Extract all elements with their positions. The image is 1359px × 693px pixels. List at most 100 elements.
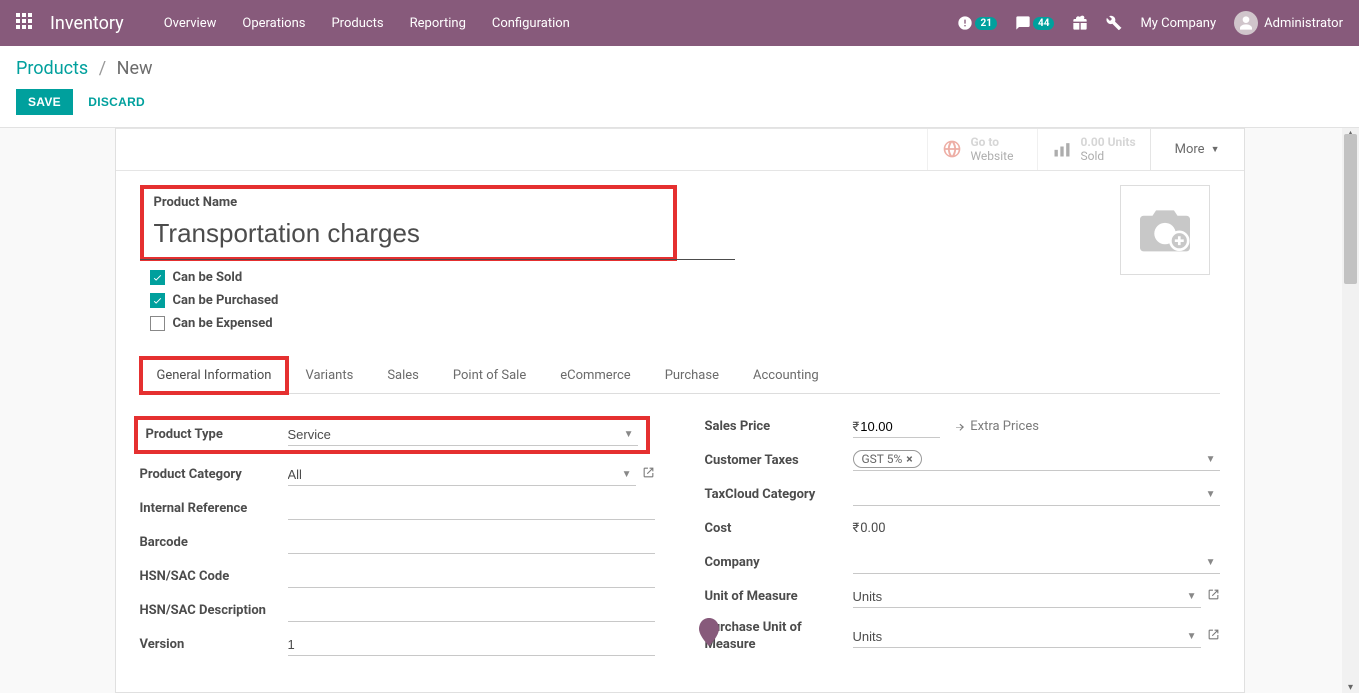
can-be-purchased-checkbox[interactable] <box>150 293 165 308</box>
category-select[interactable] <box>288 464 636 486</box>
tax-chip-remove[interactable]: × <box>906 452 912 466</box>
sheet-bg: Go to Website 0.00 Units Sold More ▼ Pro… <box>0 128 1359 693</box>
messages-icon[interactable]: 44 <box>1015 15 1054 31</box>
version-input[interactable] <box>288 634 655 656</box>
gift-icon[interactable] <box>1072 15 1088 31</box>
tab-accounting[interactable]: Accounting <box>736 357 836 394</box>
scrollbar[interactable]: ▴ ▾ <box>1342 128 1359 693</box>
discard-button[interactable]: DISCARD <box>76 89 157 115</box>
company-switcher[interactable]: My Company <box>1140 16 1216 31</box>
save-button[interactable]: SAVE <box>16 89 73 115</box>
product-type-label: Product Type <box>146 427 288 442</box>
internal-ref-input[interactable] <box>288 498 655 520</box>
tab-content: Product Type ▼ Product Category ▼ <box>140 394 1220 668</box>
activity-badge: 21 <box>975 17 996 30</box>
hsn-code-label: HSN/SAC Code <box>140 569 288 584</box>
avatar-icon <box>1234 11 1258 35</box>
can-be-purchased-label[interactable]: Can be Purchased <box>173 293 279 308</box>
tab-point-of-sale[interactable]: Point of Sale <box>436 357 543 394</box>
col-left: Product Type ▼ Product Category ▼ <box>140 416 655 668</box>
stat-units-value: 0.00 Units <box>1080 135 1135 149</box>
can-be-expensed-label[interactable]: Can be Expensed <box>173 316 273 331</box>
activity-icon[interactable]: 21 <box>957 15 996 31</box>
breadcrumb: Products / New <box>16 58 1343 79</box>
tax-chip[interactable]: GST 5% × <box>853 450 922 468</box>
product-name-group: Product Name <box>140 185 677 261</box>
can-be-expensed-checkbox[interactable] <box>150 316 165 331</box>
col-right: Sales Price ₹ Extra Prices <box>705 416 1220 668</box>
tab-general-information[interactable]: General Information <box>140 357 289 394</box>
tab-sales[interactable]: Sales <box>370 357 436 394</box>
tax-chip-label: GST 5% <box>862 452 903 466</box>
stat-website-line2: Website <box>970 149 1013 163</box>
scroll-down-icon[interactable]: ▾ <box>1342 682 1359 693</box>
extra-prices-link[interactable]: Extra Prices <box>954 419 1039 434</box>
version-label: Version <box>140 637 288 652</box>
caret-down-icon: ▼ <box>1206 454 1216 465</box>
taxcloud-select[interactable] <box>853 484 1220 506</box>
external-link-icon[interactable] <box>1207 628 1220 645</box>
external-link-icon[interactable] <box>642 466 655 483</box>
tab-ecommerce[interactable]: eCommerce <box>543 357 647 394</box>
navbar: Inventory Overview Operations Products R… <box>0 0 1359 46</box>
sales-price-label: Sales Price <box>705 419 853 434</box>
app-brand[interactable]: Inventory <box>50 13 124 34</box>
button-box: Go to Website 0.00 Units Sold More ▼ <box>116 128 1244 171</box>
company-label: Company <box>705 555 853 570</box>
user-name: Administrator <box>1264 16 1343 31</box>
nav-configuration[interactable]: Configuration <box>492 16 570 31</box>
tab-purchase[interactable]: Purchase <box>648 357 736 394</box>
nav-right: 21 44 My Company Administrator <box>957 11 1343 35</box>
cost-value: 0.00 <box>860 521 885 536</box>
barcode-input[interactable] <box>288 532 655 554</box>
breadcrumb-current: New <box>117 58 153 79</box>
cursor-marker-icon <box>697 618 721 646</box>
taxcloud-label: TaxCloud Category <box>705 487 853 502</box>
product-name-label: Product Name <box>154 195 663 210</box>
nav-overview[interactable]: Overview <box>164 16 217 31</box>
can-be-sold-label[interactable]: Can be Sold <box>173 270 243 285</box>
product-type-row: Product Type ▼ <box>134 416 650 454</box>
puom-select[interactable] <box>853 626 1201 648</box>
tools-icon[interactable] <box>1106 15 1122 31</box>
tabs: General Information Variants Sales Point… <box>140 357 1220 394</box>
stat-more[interactable]: More ▼ <box>1150 129 1244 170</box>
stat-units-sold[interactable]: 0.00 Units Sold <box>1037 129 1149 170</box>
caret-down-icon: ▼ <box>1211 144 1220 155</box>
stat-website-line1: Go to <box>970 135 1013 149</box>
tab-variants[interactable]: Variants <box>288 357 370 394</box>
stat-units-label: Sold <box>1080 149 1135 163</box>
product-image-placeholder[interactable] <box>1120 185 1210 275</box>
control-panel: Products / New SAVE DISCARD <box>0 46 1359 128</box>
can-be-sold-checkbox[interactable] <box>150 270 165 285</box>
hsn-desc-input[interactable] <box>288 600 655 622</box>
internal-ref-label: Internal Reference <box>140 501 288 516</box>
form-sheet: Go to Website 0.00 Units Sold More ▼ Pro… <box>115 128 1245 693</box>
nav-menu: Overview Operations Products Reporting C… <box>164 16 570 31</box>
messages-badge: 44 <box>1033 17 1054 30</box>
view-wrap: Go to Website 0.00 Units Sold More ▼ Pro… <box>0 128 1359 693</box>
breadcrumb-products[interactable]: Products <box>16 58 88 79</box>
company-select[interactable] <box>853 552 1220 574</box>
scroll-thumb[interactable] <box>1344 134 1357 284</box>
product-type-select[interactable] <box>288 424 638 446</box>
product-name-input[interactable] <box>154 216 663 251</box>
cost-label: Cost <box>705 521 853 536</box>
hsn-desc-label: HSN/SAC Description <box>140 603 288 618</box>
user-menu[interactable]: Administrator <box>1234 11 1343 35</box>
sales-price-input[interactable] <box>860 416 940 437</box>
nav-products[interactable]: Products <box>331 16 383 31</box>
uom-select[interactable] <box>853 586 1201 608</box>
puom-label: Purchase Unit of Measure <box>705 620 853 654</box>
uom-label: Unit of Measure <box>705 589 853 604</box>
apps-icon[interactable] <box>16 13 32 33</box>
more-label: More <box>1175 142 1205 157</box>
stat-website[interactable]: Go to Website <box>927 129 1037 170</box>
category-label: Product Category <box>140 467 288 482</box>
nav-operations[interactable]: Operations <box>242 16 305 31</box>
currency-symbol: ₹ <box>853 420 860 435</box>
hsn-code-input[interactable] <box>288 566 655 588</box>
external-link-icon[interactable] <box>1207 588 1220 605</box>
nav-reporting[interactable]: Reporting <box>410 16 466 31</box>
breadcrumb-separator: / <box>99 58 106 79</box>
